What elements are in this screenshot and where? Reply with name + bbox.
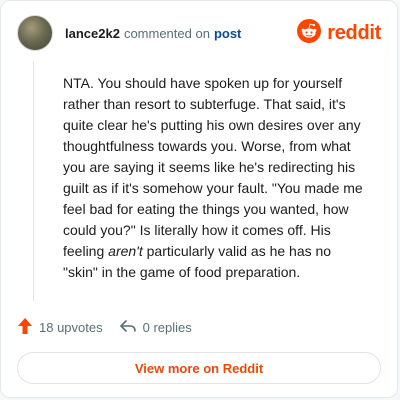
reddit-brand[interactable]: reddit bbox=[297, 18, 381, 48]
upvote-arrow-icon bbox=[17, 317, 33, 338]
avatar[interactable] bbox=[17, 15, 53, 51]
username-link[interactable]: lance2k2 bbox=[65, 26, 120, 41]
action-text: commented on bbox=[123, 25, 210, 41]
comment-meta: lance2k2 commented on post bbox=[65, 26, 241, 41]
reddit-logo-icon bbox=[297, 18, 322, 48]
comment-card: lance2k2 commented on post reddit NTA. Y… bbox=[0, 0, 398, 398]
comment-header: lance2k2 commented on post reddit bbox=[17, 15, 381, 51]
brand-name: reddit bbox=[327, 21, 381, 44]
upvote-button[interactable]: 18 upvotes bbox=[17, 317, 103, 338]
post-link[interactable]: post bbox=[214, 26, 241, 41]
replies-count: 0 replies bbox=[142, 319, 192, 335]
upvotes-count: 18 upvotes bbox=[39, 319, 103, 335]
view-more-button[interactable]: View more on Reddit bbox=[17, 352, 381, 384]
thread-line bbox=[33, 61, 34, 301]
comment-text-part1: NTA. You should have spoken up for yours… bbox=[63, 75, 363, 259]
reply-arrow-icon bbox=[119, 318, 137, 337]
comment-actions: 18 upvotes 0 replies bbox=[17, 315, 381, 339]
comment-text-italic: aren't bbox=[108, 243, 143, 259]
reply-button[interactable]: 0 replies bbox=[119, 318, 192, 337]
comment-body: NTA. You should have spoken up for yours… bbox=[63, 73, 363, 283]
